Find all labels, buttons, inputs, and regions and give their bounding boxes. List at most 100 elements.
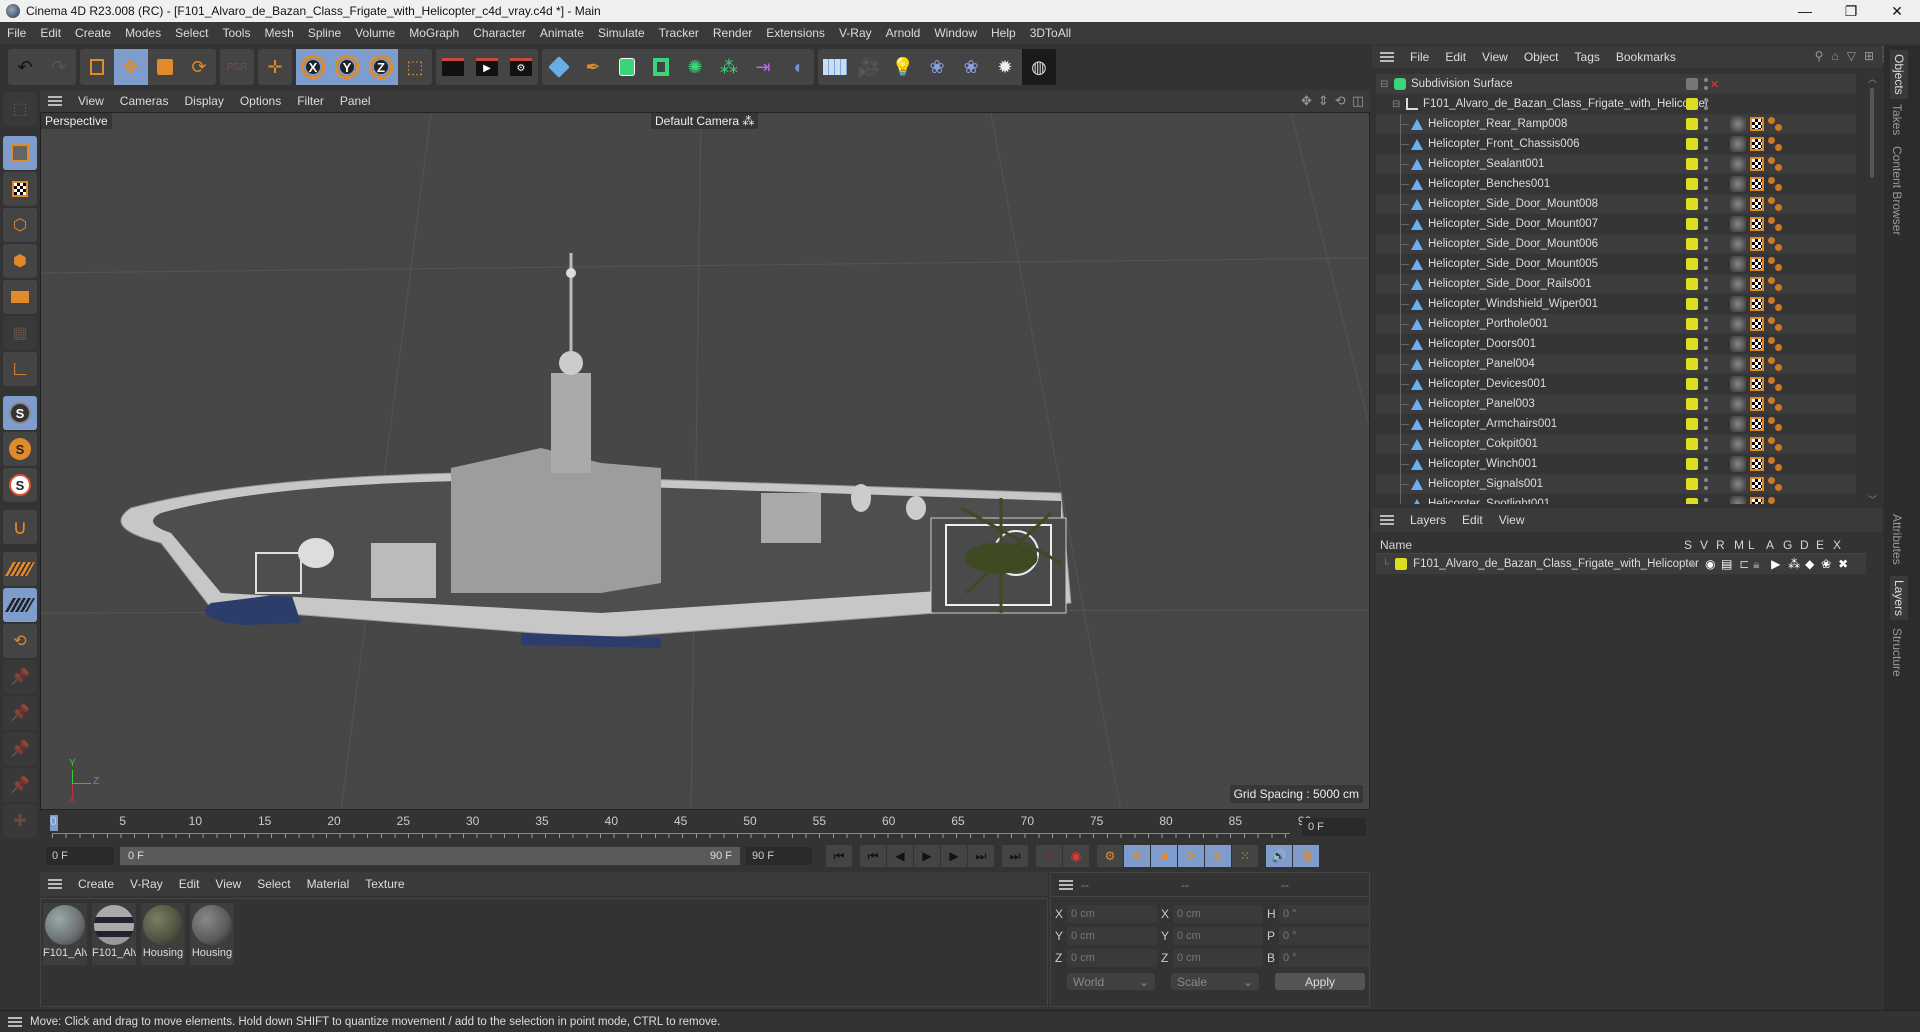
object-row-subdivision-surface[interactable]: ⊟ Subdivision Surface ✕ xyxy=(1376,74,1856,94)
move-icon[interactable]: ✥ xyxy=(114,49,148,85)
material-menu-create[interactable]: Create xyxy=(70,877,122,891)
cube-icon[interactable] xyxy=(542,49,576,85)
object-row-frigate[interactable]: ⊟ F101_Alvaro_de_Bazan_Class_Frigate_wit… xyxy=(1376,94,1856,114)
object-row[interactable]: Helicopter_Side_Door_Mount007 xyxy=(1376,214,1856,234)
perspective-viewport[interactable]: Perspective Default Camera ⁂ Y Z X Grid … xyxy=(40,112,1370,810)
vertex-map-tag-icon[interactable] xyxy=(1768,157,1782,171)
material-tag-icon[interactable] xyxy=(1730,456,1746,472)
layer-deformers-toggle[interactable]: ◆ xyxy=(1805,557,1821,571)
visibility-dots[interactable] xyxy=(1704,378,1708,390)
vertex-map-tag-icon[interactable] xyxy=(1768,177,1782,191)
frame-range-slider[interactable]: 0 F 90 F xyxy=(120,847,740,865)
workplane-icon[interactable] xyxy=(3,552,37,586)
menu-edit[interactable]: Edit xyxy=(33,26,68,40)
uvw-tag-icon[interactable] xyxy=(1750,437,1764,451)
material-menu-vray[interactable]: V-Ray xyxy=(122,877,171,891)
previous-key-button[interactable]: ⏮ xyxy=(860,845,886,867)
menu-file[interactable]: File xyxy=(0,26,33,40)
menu-3dtoall[interactable]: 3DToAll xyxy=(1023,26,1078,40)
object-menu-view[interactable]: View xyxy=(1474,50,1516,64)
material-tag-icon[interactable] xyxy=(1730,236,1746,252)
object-row[interactable]: Helicopter_Side_Door_Mount008 xyxy=(1376,194,1856,214)
tab-objects[interactable]: Objects xyxy=(1890,50,1908,99)
layer-color-swatch[interactable] xyxy=(1686,298,1698,310)
material-tag-icon[interactable] xyxy=(1730,216,1746,232)
vertex-map-tag-icon[interactable] xyxy=(1768,337,1782,351)
visibility-dots[interactable] xyxy=(1704,458,1708,470)
apply-button[interactable]: Apply xyxy=(1275,973,1365,990)
vertex-map-tag-icon[interactable] xyxy=(1768,117,1782,131)
axis-move-icon[interactable]: ✛ xyxy=(258,49,292,85)
uvw-tag-icon[interactable] xyxy=(1750,417,1764,431)
vertex-map-tag-icon[interactable] xyxy=(1768,277,1782,291)
material-menu-material[interactable]: Material xyxy=(299,877,358,891)
layer-color-swatch[interactable] xyxy=(1395,558,1408,570)
visibility-dots[interactable] xyxy=(1704,238,1708,250)
size-z-field[interactable]: 0 cm xyxy=(1173,949,1263,967)
object-row[interactable]: Helicopter_Spotlight001 xyxy=(1376,494,1856,504)
edges-mode-icon[interactable]: ⬢ xyxy=(3,244,37,278)
layer-color-swatch[interactable] xyxy=(1686,278,1698,290)
layer-color-swatch[interactable] xyxy=(1686,258,1698,270)
end-frame-field[interactable]: 90 F xyxy=(746,847,812,865)
render-view-icon[interactable] xyxy=(436,49,470,85)
menu-simulate[interactable]: Simulate xyxy=(591,26,652,40)
object-row[interactable]: Helicopter_Panel004 xyxy=(1376,354,1856,374)
uvw-tag-icon[interactable] xyxy=(1750,237,1764,251)
collapse-icon[interactable]: ⊟ xyxy=(1392,99,1402,110)
scale-icon[interactable] xyxy=(148,49,182,85)
layer-menu-layers[interactable]: Layers xyxy=(1402,513,1454,527)
object-row[interactable]: Helicopter_Side_Door_Mount006 xyxy=(1376,234,1856,254)
go-to-end-button[interactable]: ⏭ xyxy=(1002,845,1028,867)
material-menu-texture[interactable]: Texture xyxy=(357,877,412,891)
python-icon[interactable]: ❀ xyxy=(920,49,954,85)
vertex-map-tag-icon[interactable] xyxy=(1768,357,1782,371)
timeline-filmstrip-button[interactable]: ▥ xyxy=(1293,845,1319,867)
pin-icon[interactable]: 📌 xyxy=(3,660,37,694)
collapse-icon[interactable]: ⊟ xyxy=(1380,79,1390,90)
visibility-dots[interactable] xyxy=(1704,338,1708,350)
viewport-menu-display[interactable]: Display xyxy=(176,94,231,108)
menu-render[interactable]: Render xyxy=(706,26,759,40)
model-mode-icon[interactable] xyxy=(3,136,37,170)
vertex-map-tag-icon[interactable] xyxy=(1768,377,1782,391)
home-icon[interactable]: ⌂ xyxy=(1831,49,1838,63)
uvw-tag-icon[interactable] xyxy=(1750,397,1764,411)
object-row[interactable]: Helicopter_Rear_Ramp008 xyxy=(1376,114,1856,134)
object-menu-file[interactable]: File xyxy=(1402,50,1437,64)
object-menu-object[interactable]: Object xyxy=(1516,50,1567,64)
material-menu-edit[interactable]: Edit xyxy=(171,877,208,891)
menu-tools[interactable]: Tools xyxy=(215,26,257,40)
layer-color-swatch[interactable] xyxy=(1686,98,1698,110)
uvw-tag-icon[interactable] xyxy=(1750,217,1764,231)
hamburger-menu-icon[interactable] xyxy=(48,879,62,889)
keyframe-selection-button[interactable]: ⚙ xyxy=(1097,845,1123,867)
vertex-map-tag-icon[interactable] xyxy=(1768,257,1782,271)
object-row[interactable]: Helicopter_Porthole001 xyxy=(1376,314,1856,334)
layer-generators-toggle[interactable]: ⁂ xyxy=(1788,557,1805,571)
points-mode-icon[interactable]: ⬡ xyxy=(3,208,37,242)
layer-color-swatch[interactable] xyxy=(1686,478,1698,490)
close-button[interactable]: ✕ xyxy=(1874,0,1920,22)
next-frame-button[interactable]: ▶ xyxy=(941,845,967,867)
pos-x-field[interactable]: 0 cm xyxy=(1067,905,1157,923)
uvw-tag-icon[interactable] xyxy=(1750,177,1764,191)
tab-attributes[interactable]: Attributes xyxy=(1890,514,1904,565)
object-row[interactable]: Helicopter_Panel003 xyxy=(1376,394,1856,414)
visibility-dots[interactable] xyxy=(1704,198,1708,210)
menu-arnold[interactable]: Arnold xyxy=(879,26,928,40)
layer-manager-toggle[interactable]: ⊏ xyxy=(1739,557,1753,571)
python-2-icon[interactable]: ❀ xyxy=(954,49,988,85)
sky-icon[interactable]: ✹ xyxy=(988,49,1022,85)
menu-window[interactable]: Window xyxy=(927,26,984,40)
sound-button[interactable]: 🔊 xyxy=(1266,845,1292,867)
pin-p-icon[interactable]: 📌 xyxy=(3,696,37,730)
pin-target-icon[interactable]: 📌 xyxy=(3,768,37,802)
uvw-tag-icon[interactable] xyxy=(1750,337,1764,351)
cloner-icon[interactable]: ✺ xyxy=(678,49,712,85)
vertex-map-tag-icon[interactable] xyxy=(1768,417,1782,431)
vertex-map-tag-icon[interactable] xyxy=(1768,197,1782,211)
uvw-tag-icon[interactable] xyxy=(1750,197,1764,211)
tab-takes[interactable]: Takes xyxy=(1890,104,1904,135)
visibility-dots[interactable] xyxy=(1704,358,1708,370)
